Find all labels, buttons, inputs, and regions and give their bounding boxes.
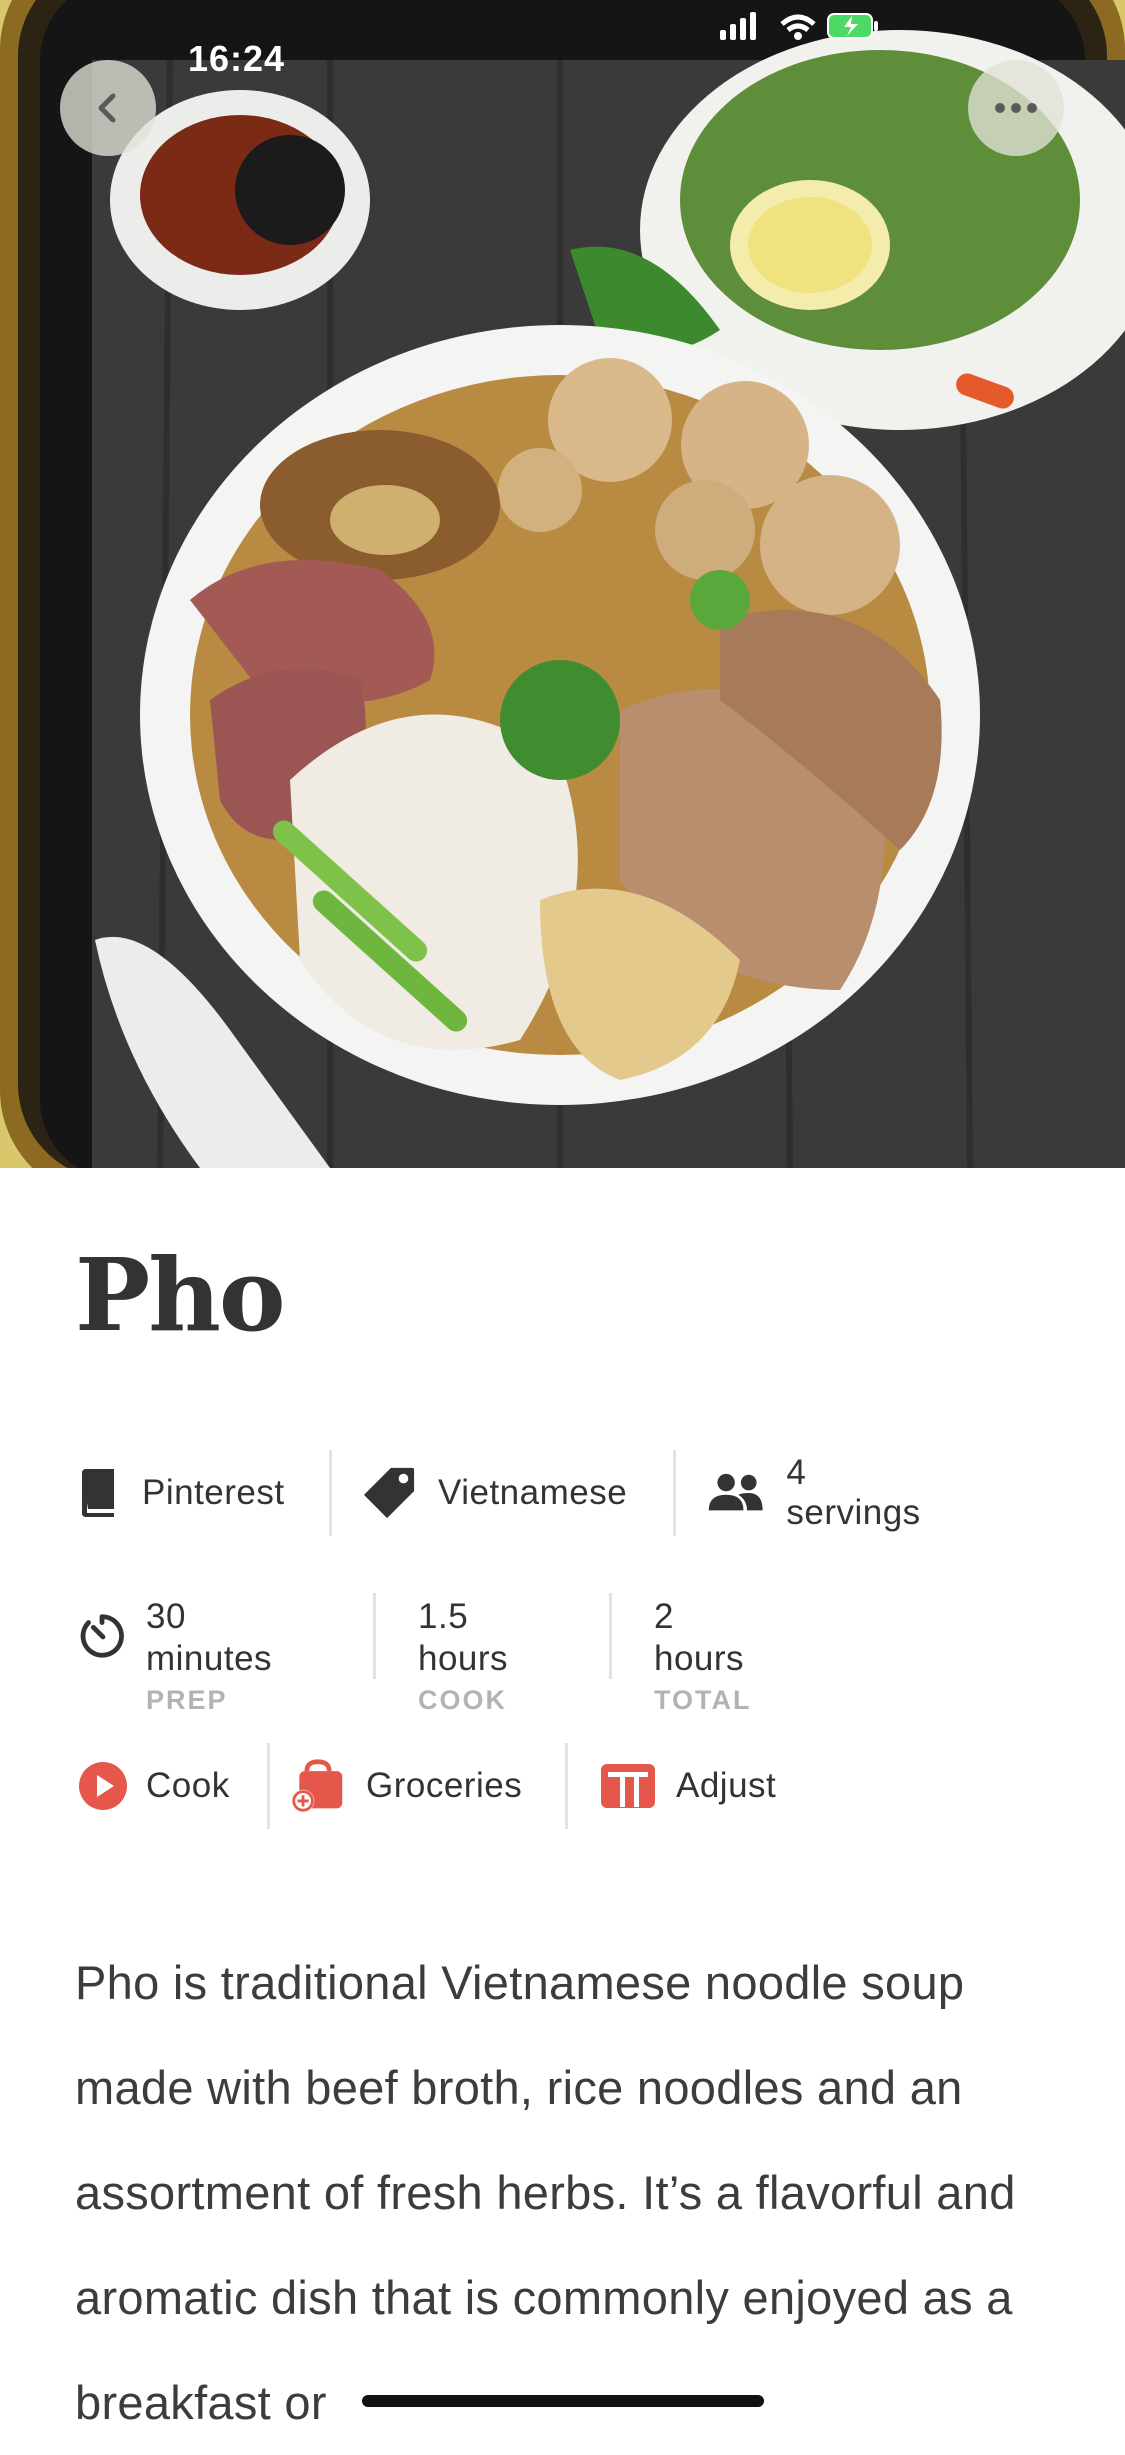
servings-info: 4 servings — [707, 1445, 929, 1541]
servings-label: 4 servings — [786, 1453, 921, 1532]
divider — [565, 1743, 568, 1829]
tag-icon — [363, 1467, 415, 1519]
back-button[interactable] — [60, 60, 156, 156]
divider — [373, 1593, 376, 1679]
pho-photo — [0, 0, 1125, 1168]
adjust-button-label: Adjust — [676, 1766, 777, 1805]
cuisine-tag[interactable]: Vietnamese — [362, 1445, 627, 1541]
prep-time-label: PREP — [146, 1685, 228, 1715]
divider — [673, 1450, 676, 1536]
recipe-title: Pho — [75, 1236, 286, 1354]
adjust-button[interactable]: Adjust — [600, 1738, 776, 1834]
timer-icon — [80, 1614, 124, 1658]
play-icon — [79, 1762, 127, 1810]
prep-time: 30 minutes PREP — [146, 1596, 272, 1718]
home-indicator[interactable] — [362, 2395, 764, 2407]
timer-icon-wrap — [77, 1588, 127, 1684]
total-time-label: TOTAL — [654, 1685, 752, 1715]
ellipsis-icon — [995, 103, 1037, 113]
total-time-value: 2 hours — [654, 1597, 745, 1678]
cook-button[interactable]: Cook — [78, 1738, 230, 1834]
more-options-button[interactable] — [968, 60, 1064, 156]
recipe-description: Pho is traditional Vietnamese noodle sou… — [75, 1956, 1016, 2429]
prep-time-value: 30 minutes — [146, 1597, 273, 1678]
shopping-bag-icon — [291, 1759, 343, 1813]
total-time: 2 hours TOTAL — [654, 1596, 752, 1718]
status-time: 16:24 — [188, 38, 286, 79]
adjust-icon — [601, 1764, 655, 1808]
source-link[interactable]: Pinterest — [78, 1445, 285, 1541]
people-icon — [708, 1473, 763, 1511]
cook-time-value: 1.5 hours — [418, 1597, 509, 1678]
source-label: Pinterest — [142, 1473, 285, 1512]
book-icon — [82, 1469, 114, 1517]
groceries-button[interactable]: Groceries — [290, 1738, 522, 1834]
cuisine-label: Vietnamese — [438, 1473, 628, 1512]
hero-image: 16:24 — [0, 0, 1125, 1168]
status-indicators-icon — [720, 12, 878, 40]
cook-time-label: COOK — [418, 1685, 507, 1715]
cook-button-label: Cook — [146, 1766, 230, 1805]
cook-time: 1.5 hours COOK — [418, 1596, 508, 1718]
groceries-button-label: Groceries — [366, 1766, 523, 1805]
divider — [609, 1593, 612, 1679]
divider — [329, 1450, 332, 1536]
divider — [267, 1743, 270, 1829]
chevron-left-icon — [98, 93, 116, 123]
